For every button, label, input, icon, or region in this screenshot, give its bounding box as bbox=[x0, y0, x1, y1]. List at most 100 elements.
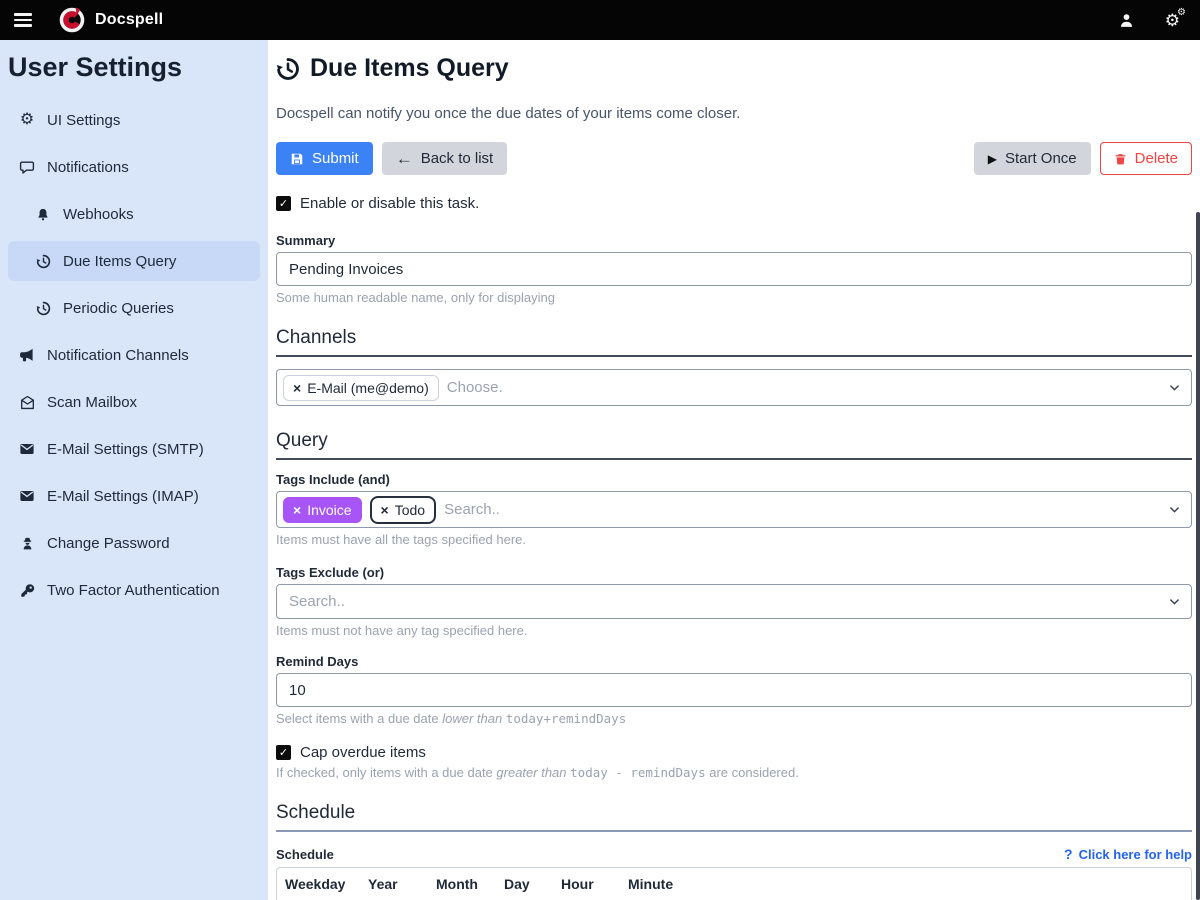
play-icon: ▶ bbox=[988, 152, 997, 166]
brand[interactable]: Docspell bbox=[58, 6, 163, 34]
remove-chip-icon[interactable]: × bbox=[293, 380, 301, 396]
question-icon: ? bbox=[1064, 846, 1073, 862]
remove-chip-icon[interactable]: × bbox=[293, 502, 301, 518]
sidebar-item-label: Due Items Query bbox=[63, 253, 176, 270]
comment-icon bbox=[18, 159, 36, 175]
col-hour: Hour bbox=[559, 876, 611, 892]
cap-overdue-row: ✓ Cap overdue items bbox=[276, 744, 1192, 761]
page-subtitle: Docspell can notify you once the due dat… bbox=[276, 105, 1192, 122]
sidebar-item-label: Notifications bbox=[47, 159, 129, 176]
schedule-help-text: Click here for help bbox=[1079, 847, 1192, 862]
sidebar-item-label: Change Password bbox=[47, 535, 170, 552]
envelope-icon bbox=[18, 488, 36, 504]
gear-icon: ⚙ bbox=[18, 112, 36, 128]
tags-exclude-placeholder: Search.. bbox=[283, 593, 345, 610]
megaphone-icon bbox=[18, 347, 36, 363]
action-buttons-row: Submit ← Back to list ▶ Start Once Delet… bbox=[276, 142, 1192, 175]
docspell-logo-icon bbox=[58, 6, 86, 34]
tag-chip-invoice[interactable]: × Invoice bbox=[283, 497, 362, 523]
sidebar-item-notification-channels[interactable]: Notification Channels bbox=[8, 335, 260, 375]
sidebar-item-notifications[interactable]: Notifications bbox=[8, 147, 260, 187]
col-weekday: Weekday bbox=[285, 876, 368, 892]
sidebar-item-label: E-Mail Settings (IMAP) bbox=[47, 488, 199, 505]
channels-multiselect[interactable]: × E-Mail (me@demo) Choose. bbox=[276, 369, 1192, 406]
sidebar-item-email-smtp[interactable]: E-Mail Settings (SMTP) bbox=[8, 429, 260, 469]
sidebar-item-ui-settings[interactable]: ⚙ UI Settings bbox=[8, 100, 260, 140]
col-month: Month bbox=[436, 876, 490, 892]
hamburger-menu-icon[interactable] bbox=[14, 13, 32, 27]
page-title-text: Due Items Query bbox=[310, 54, 509, 83]
back-to-list-button[interactable]: ← Back to list bbox=[382, 142, 508, 175]
user-account-icon[interactable] bbox=[1118, 12, 1135, 29]
sidebar-item-label: Scan Mailbox bbox=[47, 394, 137, 411]
sidebar-item-label: UI Settings bbox=[47, 112, 120, 129]
cap-overdue-help: If checked, only items with a due date g… bbox=[276, 765, 1192, 780]
sidebar-item-scan-mailbox[interactable]: Scan Mailbox bbox=[8, 382, 260, 422]
remind-days-help: Select items with a due date lower than … bbox=[276, 711, 1192, 726]
channels-placeholder: Choose. bbox=[447, 379, 503, 396]
envelope-open-icon bbox=[18, 395, 36, 410]
tag-chip-label: Todo bbox=[395, 502, 425, 518]
user-secret-icon bbox=[18, 536, 36, 551]
page-title: Due Items Query bbox=[276, 54, 1192, 83]
col-minute: Minute bbox=[623, 876, 683, 892]
sidebar-item-change-password[interactable]: Change Password bbox=[8, 523, 260, 563]
tags-include-multiselect[interactable]: × Invoice × Todo Search.. bbox=[276, 491, 1192, 528]
sidebar-item-email-imap[interactable]: E-Mail Settings (IMAP) bbox=[8, 476, 260, 516]
sidebar-item-label: Two Factor Authentication bbox=[47, 582, 220, 599]
submit-button[interactable]: Submit bbox=[276, 142, 373, 175]
sidebar-item-two-factor[interactable]: Two Factor Authentication bbox=[8, 570, 260, 610]
schedule-table-header: Weekday Year Month Day Hour Minute bbox=[285, 876, 1191, 892]
history-icon bbox=[276, 57, 300, 81]
chevron-down-icon[interactable] bbox=[1168, 595, 1181, 608]
channels-heading: Channels bbox=[276, 327, 1192, 357]
start-once-button[interactable]: ▶ Start Once bbox=[974, 142, 1091, 175]
main-content: Due Items Query Docspell can notify you … bbox=[268, 40, 1200, 900]
sidebar-item-due-items-query[interactable]: Due Items Query bbox=[8, 241, 260, 281]
schedule-label: Schedule bbox=[276, 847, 334, 862]
cap-overdue-checkbox[interactable]: ✓ bbox=[276, 745, 291, 760]
settings-cogs-icon[interactable]: ⚙⚙ bbox=[1165, 12, 1180, 29]
channel-chip[interactable]: × E-Mail (me@demo) bbox=[283, 375, 439, 401]
tags-exclude-label: Tags Exclude (or) bbox=[276, 565, 1192, 580]
key-icon bbox=[18, 583, 36, 598]
sidebar-item-label: E-Mail Settings (SMTP) bbox=[47, 441, 204, 458]
vertical-scrollbar[interactable] bbox=[1196, 212, 1200, 900]
sidebar-item-label: Periodic Queries bbox=[63, 300, 174, 317]
start-once-label: Start Once bbox=[1005, 150, 1077, 167]
remind-days-input[interactable] bbox=[276, 673, 1192, 707]
submit-label: Submit bbox=[312, 150, 359, 167]
col-day: Day bbox=[504, 876, 559, 892]
tags-exclude-help: Items must not have any tag specified he… bbox=[276, 623, 1192, 638]
tag-chip-todo[interactable]: × Todo bbox=[370, 496, 437, 524]
tags-include-label: Tags Include (and) bbox=[276, 472, 1192, 487]
enable-checkbox[interactable]: ✓ bbox=[276, 196, 291, 211]
arrow-left-icon: ← bbox=[396, 150, 413, 167]
enable-task-row: ✓ Enable or disable this task. bbox=[276, 195, 1192, 212]
schedule-table: Weekday Year Month Day Hour Minute * – *… bbox=[276, 867, 1192, 900]
navbar-actions: ⚙⚙ bbox=[1118, 12, 1186, 29]
schedule-heading: Schedule bbox=[276, 802, 1192, 832]
tags-exclude-multiselect[interactable]: Search.. bbox=[276, 584, 1192, 619]
sidebar-item-label: Notification Channels bbox=[47, 347, 189, 364]
schedule-label-row: Schedule ? Click here for help bbox=[276, 846, 1192, 862]
enable-label: Enable or disable this task. bbox=[300, 195, 479, 212]
tags-include-help: Items must have all the tags specified h… bbox=[276, 532, 1192, 547]
bell-icon bbox=[34, 207, 52, 222]
sidebar-item-periodic-queries[interactable]: Periodic Queries bbox=[8, 288, 260, 328]
delete-button[interactable]: Delete bbox=[1100, 142, 1192, 175]
brand-name: Docspell bbox=[95, 11, 163, 29]
sidebar-title: User Settings bbox=[6, 48, 262, 93]
sidebar-item-webhooks[interactable]: Webhooks bbox=[8, 194, 260, 234]
app-window: Docspell ⚙⚙ User Settings ⚙ UI Settings … bbox=[0, 0, 1200, 900]
remove-chip-icon[interactable]: × bbox=[381, 502, 389, 518]
schedule-help-link[interactable]: ? Click here for help bbox=[1064, 846, 1192, 862]
sidebar: User Settings ⚙ UI Settings Notification… bbox=[0, 40, 268, 900]
chevron-down-icon[interactable] bbox=[1168, 503, 1181, 516]
history-icon bbox=[34, 301, 52, 316]
tag-chip-label: Invoice bbox=[307, 502, 351, 518]
summary-label: Summary bbox=[276, 233, 1192, 248]
summary-input[interactable] bbox=[276, 252, 1192, 286]
chevron-down-icon[interactable] bbox=[1168, 381, 1181, 394]
remind-days-label: Remind Days bbox=[276, 654, 1192, 669]
